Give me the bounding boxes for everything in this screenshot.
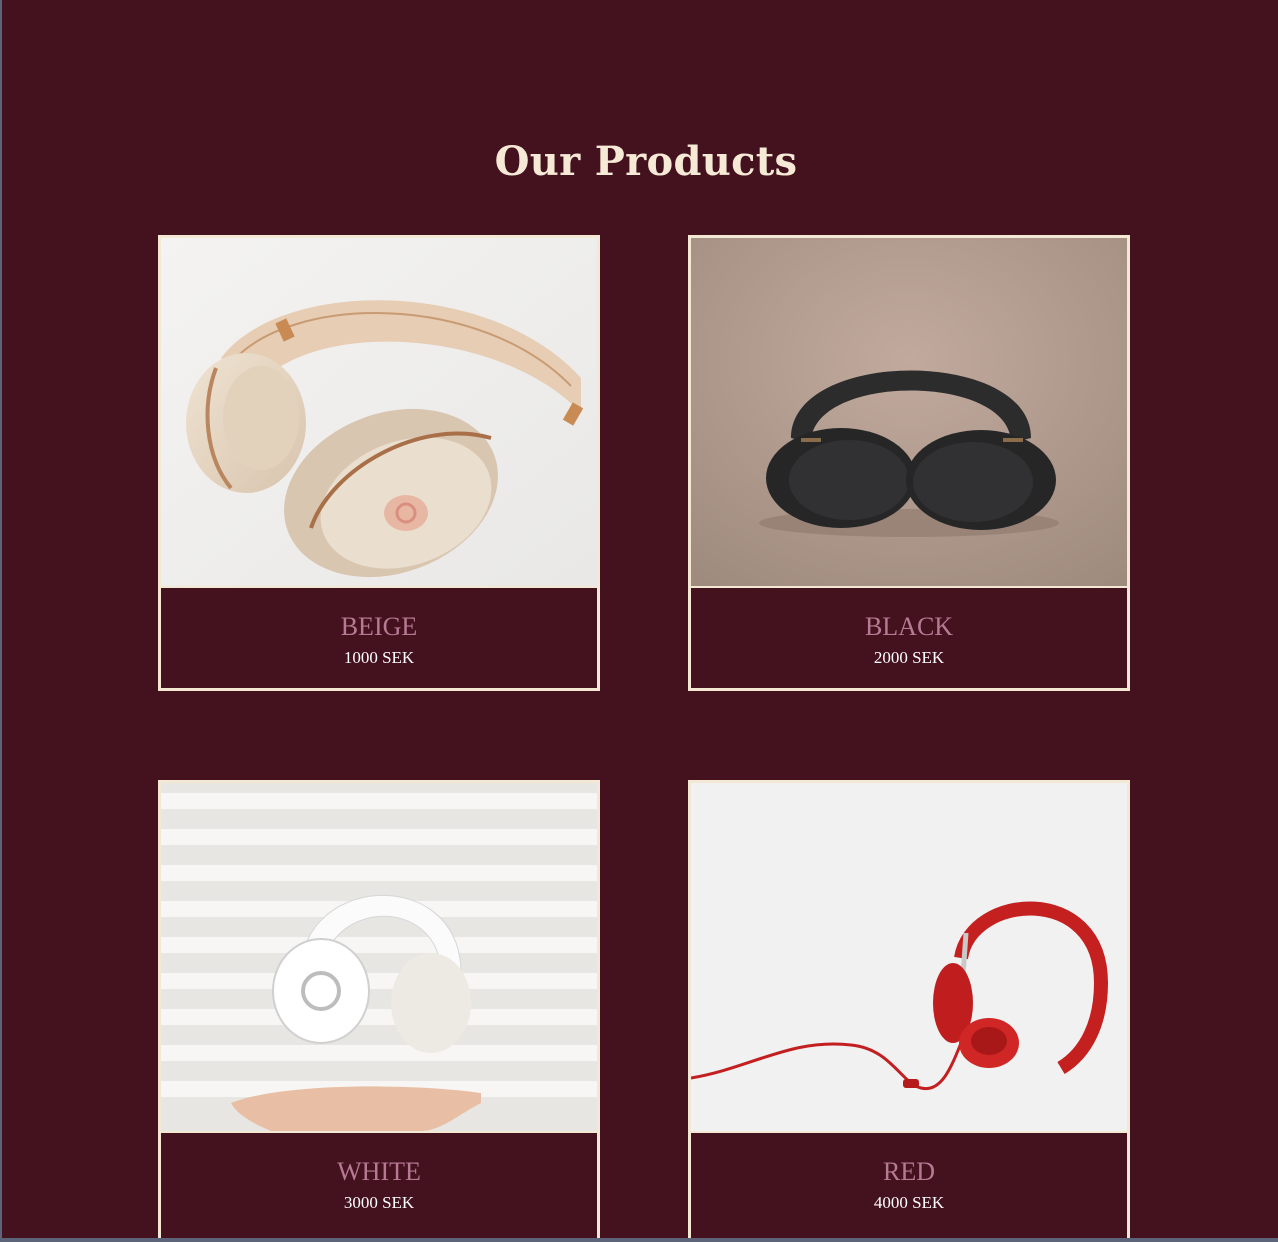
product-price: 1000 SEK [343, 648, 415, 667]
product-card-red[interactable]: RED 4000 SEK [688, 780, 1130, 1238]
red-headphones-image[interactable] [691, 783, 1127, 1133]
product-card-white[interactable]: WHITE 3000 SEK [158, 780, 600, 1238]
product-price: 2000 SEK [873, 648, 945, 667]
product-caption: RED 4000 SEK [691, 1133, 1127, 1233]
product-name[interactable]: BEIGE [161, 588, 597, 642]
product-name[interactable]: RED [691, 1133, 1127, 1187]
product-caption: BLACK 2000 SEK [691, 588, 1127, 688]
product-price: 4000 SEK [873, 1193, 945, 1212]
products-page: Our Products BEIGE 1000 SEK BLACK 2000 S… [2, 0, 1278, 1238]
page-title: Our Products [494, 138, 798, 185]
product-price: 3000 SEK [343, 1193, 415, 1212]
product-name[interactable]: WHITE [161, 1133, 597, 1187]
product-caption: WHITE 3000 SEK [161, 1133, 597, 1233]
product-name[interactable]: BLACK [691, 588, 1127, 642]
product-card-black[interactable]: BLACK 2000 SEK [688, 235, 1130, 691]
beige-headphones-image[interactable] [161, 238, 597, 588]
product-caption: BEIGE 1000 SEK [161, 588, 597, 688]
white-headphones-image[interactable] [161, 783, 597, 1133]
product-card-beige[interactable]: BEIGE 1000 SEK [158, 235, 600, 691]
black-headphones-image[interactable] [691, 238, 1127, 588]
